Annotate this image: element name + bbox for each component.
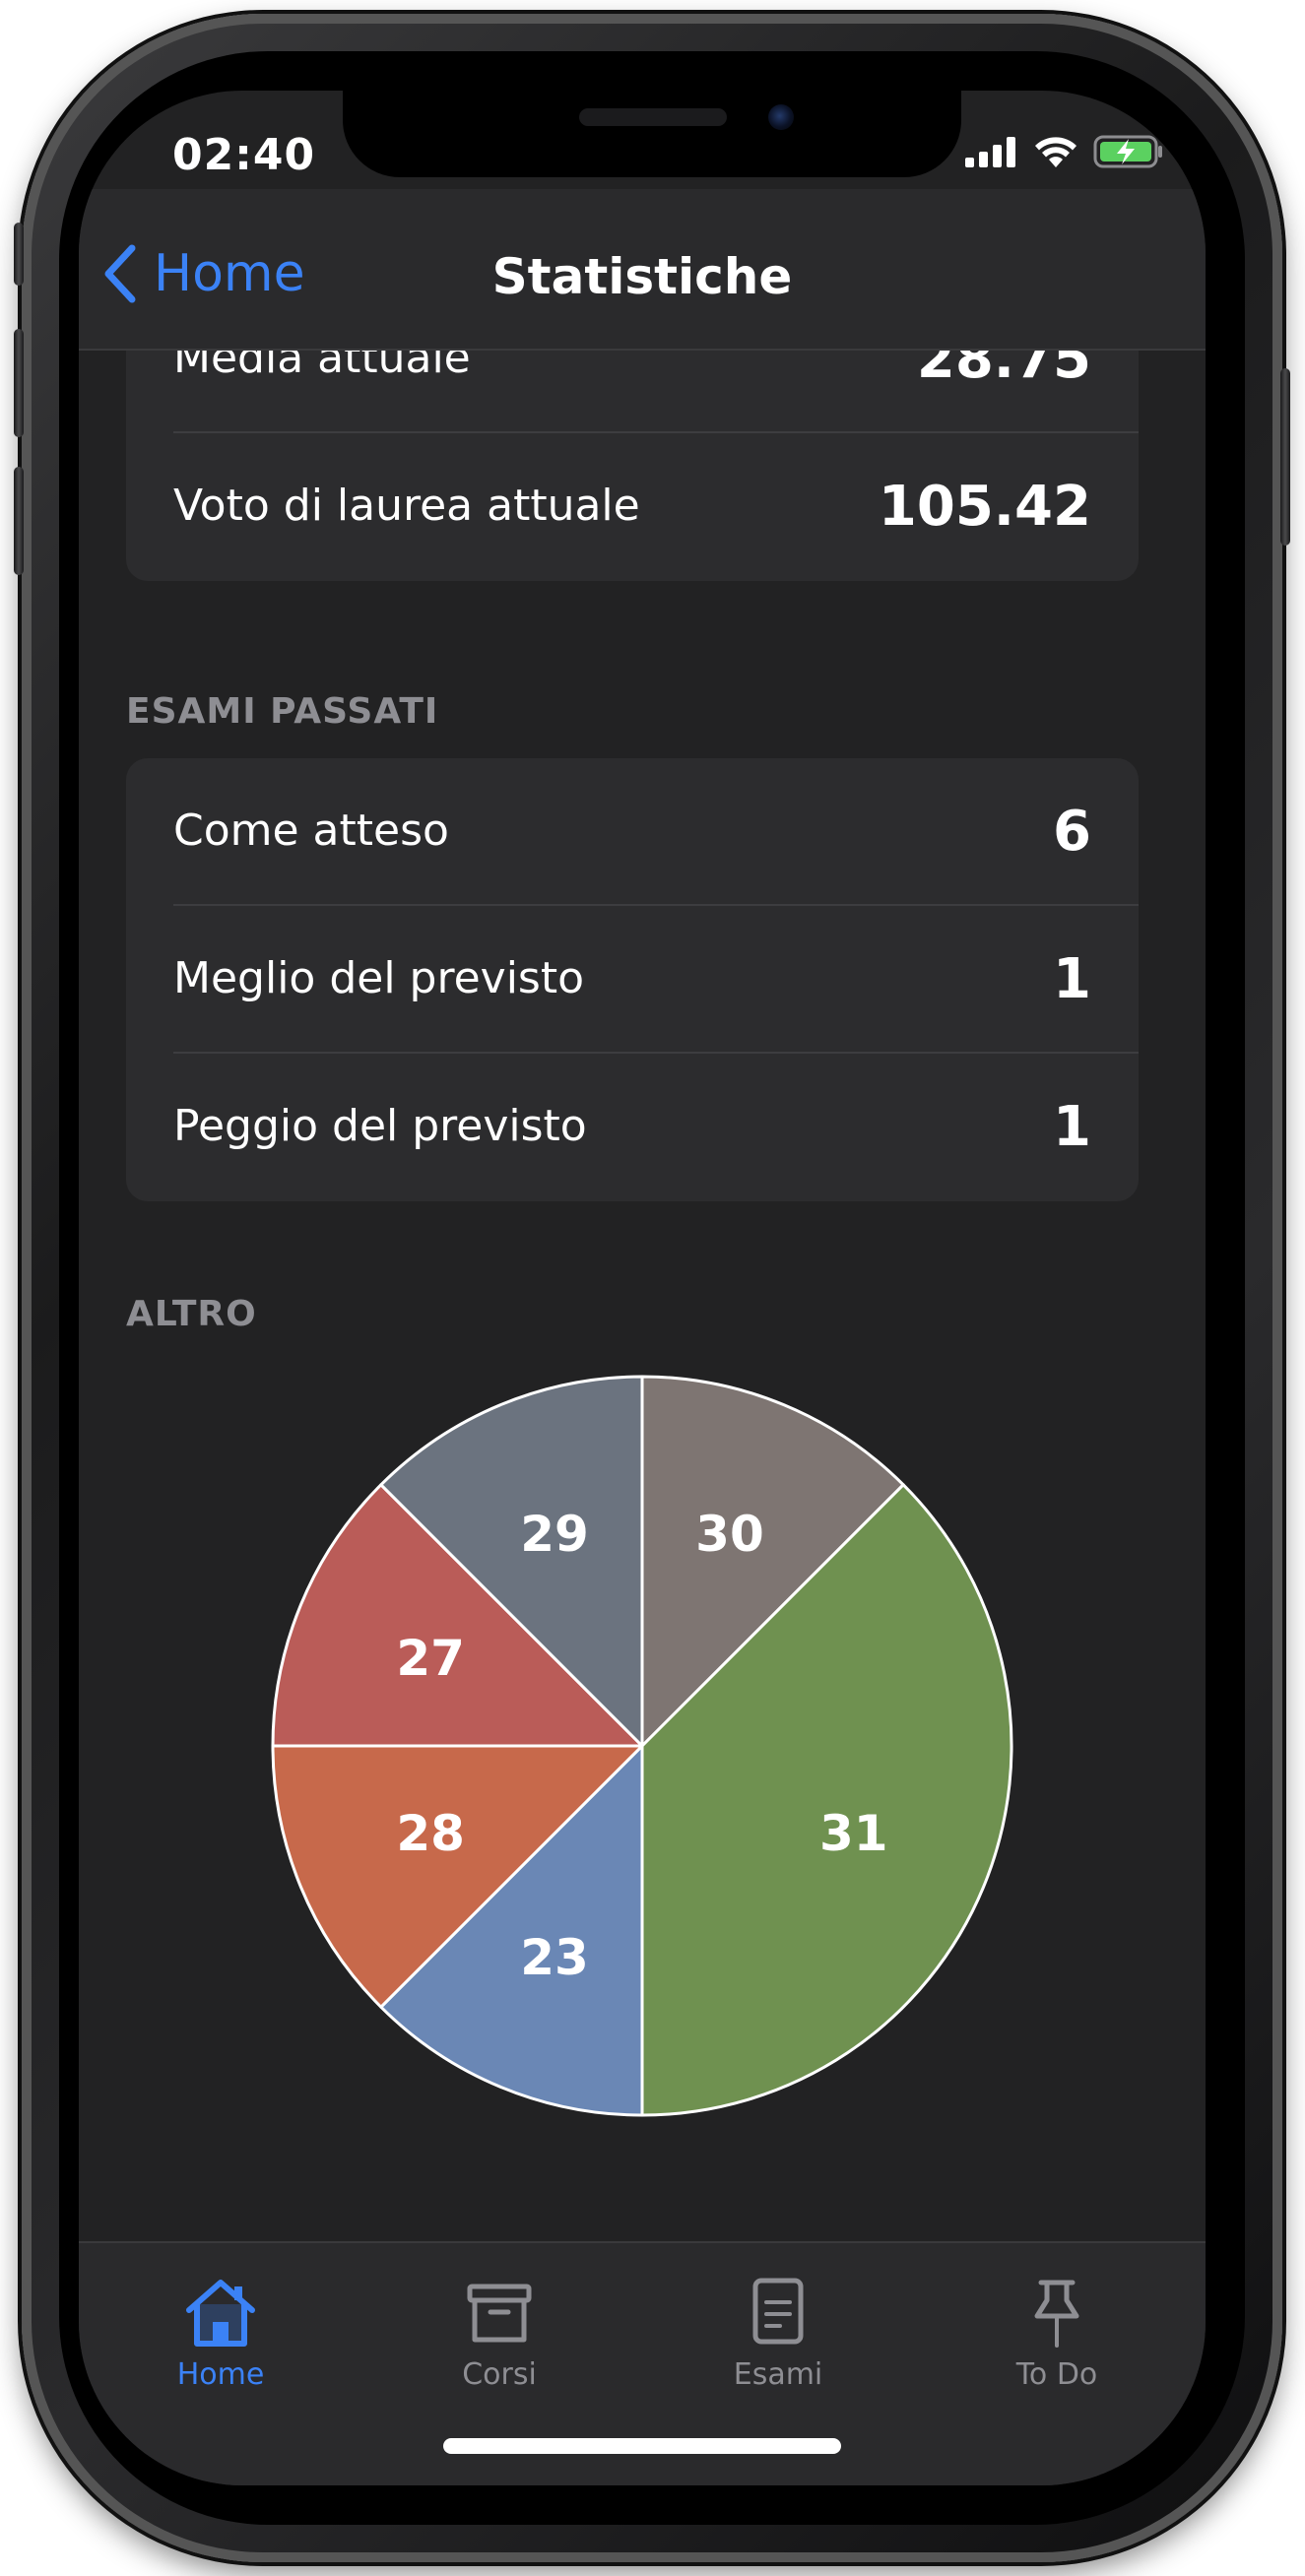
row-value: 105.42 — [878, 475, 1091, 539]
notch — [343, 91, 961, 177]
summary-card: Media attuale 28.75 Voto di laurea attua… — [126, 351, 1139, 581]
row-value: 1 — [1053, 947, 1091, 1011]
earpiece-speaker — [579, 108, 727, 126]
tab-label: Corsi — [462, 2357, 537, 2392]
summary-row-graduation-grade: Voto di laurea attuale 105.42 — [126, 433, 1139, 581]
row-label: Voto di laurea attuale — [173, 481, 640, 531]
scroll-content[interactable]: Media attuale 28.75 Voto di laurea attua… — [79, 351, 1206, 2241]
pie-slice-label: 23 — [520, 1929, 589, 1986]
pushpin-icon — [1034, 2280, 1079, 2348]
tab-corsi[interactable]: Corsi — [401, 2273, 598, 2411]
row-label: Come atteso — [173, 805, 449, 856]
archive-box-icon — [467, 2284, 532, 2343]
silent-switch — [14, 223, 24, 286]
passed-row-worse-than-expected: Peggio del previsto 1 — [126, 1054, 1139, 1201]
passed-exams-card: Come atteso 6 Meglio del previsto 1 Pegg… — [126, 758, 1139, 1201]
wifi-icon — [1035, 137, 1077, 167]
pie-slice-label: 30 — [695, 1506, 764, 1563]
grade-distribution-pie-chart: 30 31 23 28 27 29 — [258, 1362, 1026, 2130]
home-indicator[interactable] — [443, 2438, 841, 2454]
front-camera — [768, 104, 794, 130]
row-label: Media attuale — [173, 351, 471, 383]
status-icons — [965, 134, 1164, 169]
tab-label: Esami — [733, 2357, 823, 2392]
navigation-bar: Home Statistiche — [79, 189, 1206, 351]
tab-todo[interactable]: To Do — [958, 2273, 1155, 2411]
row-value: 1 — [1053, 1095, 1091, 1159]
row-value: 28.75 — [916, 351, 1091, 391]
passed-row-as-expected: Come atteso 6 — [126, 758, 1139, 906]
row-label: Meglio del previsto — [173, 953, 585, 1003]
power-button — [1280, 368, 1290, 546]
passed-row-better-than-expected: Meglio del previsto 1 — [126, 906, 1139, 1054]
page-title: Statistiche — [491, 248, 793, 305]
tab-home[interactable]: Home — [122, 2273, 319, 2411]
house-icon — [186, 2280, 255, 2347]
row-label: Peggio del previsto — [173, 1101, 587, 1151]
section-header-other: ALTRO — [126, 1294, 257, 1334]
summary-row-current-average: Media attuale 28.75 — [126, 351, 1139, 433]
volume-up-button — [14, 329, 24, 437]
document-icon — [752, 2278, 804, 2345]
pie-slice-label: 28 — [396, 1805, 465, 1862]
clock: 02:40 — [172, 130, 316, 180]
battery-charging-icon — [1093, 135, 1162, 168]
pie-slice-label: 31 — [819, 1805, 888, 1862]
row-value: 6 — [1053, 800, 1091, 864]
volume-down-button — [14, 467, 24, 575]
pie-slice-label: 27 — [396, 1630, 465, 1687]
app-screen: 02:40 Home Statistiche Media attuale 28.… — [79, 91, 1206, 2485]
tab-label: To Do — [1015, 2357, 1098, 2392]
pie-slice-label: 29 — [520, 1506, 589, 1563]
cellular-signal-icon — [965, 137, 1015, 167]
section-header-passed-exams: ESAMI PASSATI — [126, 691, 439, 732]
pie-chart-svg: 30 31 23 28 27 29 — [271, 1375, 1013, 2117]
tab-label: Home — [176, 2357, 265, 2392]
tab-esami[interactable]: Esami — [680, 2273, 877, 2411]
